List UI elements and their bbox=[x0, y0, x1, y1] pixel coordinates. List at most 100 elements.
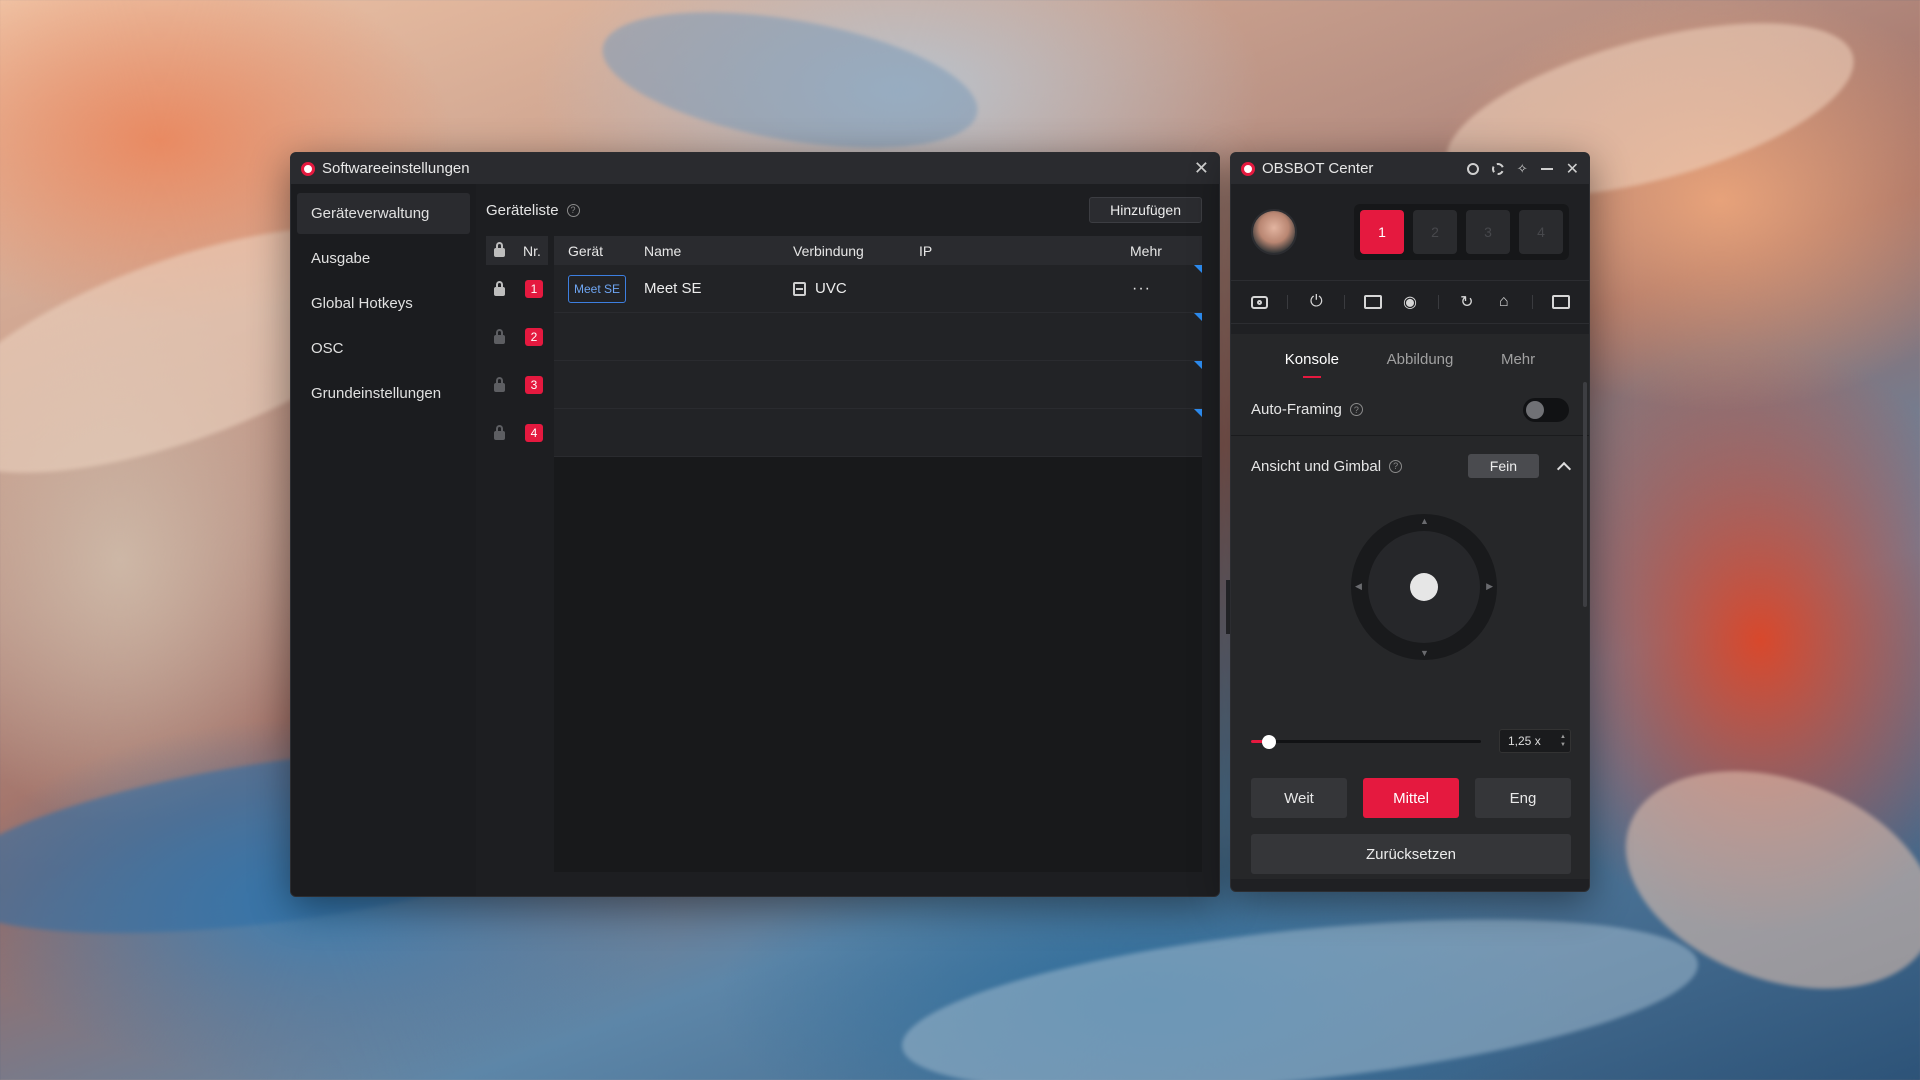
auto-framing-row: Auto-Framing ? bbox=[1231, 384, 1589, 436]
usb-icon bbox=[793, 281, 806, 296]
record-icon[interactable] bbox=[1466, 162, 1479, 175]
slot-number-badge: 2 bbox=[525, 328, 543, 346]
sidebar-item-device-management[interactable]: Geräteverwaltung bbox=[297, 193, 470, 234]
device-list-panel: Geräteliste ? Hinzufügen Nr. 1 2 3 4 Ger… bbox=[476, 184, 1219, 896]
privacy-icon[interactable]: ⌂ bbox=[1495, 293, 1513, 310]
app-logo-icon bbox=[1241, 161, 1255, 176]
settings-sidebar: Geräteverwaltung Ausgabe Global Hotkeys … bbox=[291, 184, 476, 896]
console-panel: Konsole Abbildung Mehr Auto-Framing ? An… bbox=[1231, 334, 1589, 879]
rotate-icon[interactable]: ↻ bbox=[1458, 294, 1476, 311]
frame-icon[interactable] bbox=[1364, 295, 1383, 309]
mode-wide-button[interactable]: Weit bbox=[1251, 778, 1347, 818]
camera-icon[interactable] bbox=[1250, 295, 1268, 309]
power-icon[interactable]: ⏻ bbox=[1307, 293, 1325, 310]
arrow-down-icon[interactable]: ▼ bbox=[1420, 648, 1429, 658]
table-row[interactable]: Meet SE Meet SE UVC ··· bbox=[554, 265, 1202, 313]
slot-1-button[interactable]: 1 bbox=[1360, 210, 1404, 254]
mode-medium-button[interactable]: Mittel bbox=[1363, 778, 1459, 818]
settings-titlebar[interactable]: Softwareeinstellungen ✕ bbox=[291, 153, 1219, 184]
help-icon[interactable]: ? bbox=[1389, 459, 1403, 473]
slot-3-button[interactable]: 3 bbox=[1466, 210, 1510, 254]
nr-header: Nr. bbox=[523, 242, 541, 259]
add-device-button[interactable]: Hinzufügen bbox=[1089, 197, 1202, 223]
device-list-title: Geräteliste bbox=[486, 201, 559, 219]
tracking-icon[interactable]: ◉ bbox=[1401, 294, 1419, 311]
sidebar-item-output[interactable]: Ausgabe bbox=[297, 238, 470, 279]
table-row: 4 bbox=[486, 409, 554, 457]
help-icon[interactable]: ? bbox=[566, 203, 580, 217]
lock-icon[interactable] bbox=[494, 280, 505, 296]
unlock-icon[interactable] bbox=[494, 328, 505, 344]
column-header-more: Mehr bbox=[1130, 242, 1162, 259]
zoom-slider[interactable] bbox=[1251, 735, 1481, 749]
divider bbox=[1437, 295, 1439, 309]
row-corner-marker bbox=[1194, 265, 1202, 273]
slot-number-badge: 4 bbox=[525, 424, 543, 442]
avatar[interactable] bbox=[1251, 209, 1297, 255]
device-badge: Meet SE bbox=[568, 274, 626, 303]
joystick-knob[interactable] bbox=[1410, 573, 1438, 601]
device-name: Meet SE bbox=[644, 280, 702, 297]
settings-icon[interactable] bbox=[1491, 162, 1504, 175]
table-row[interactable] bbox=[554, 361, 1202, 409]
auto-framing-toggle[interactable] bbox=[1523, 397, 1569, 422]
close-icon[interactable]: ✕ bbox=[1194, 158, 1209, 179]
arrow-right-icon[interactable]: ▶ bbox=[1486, 581, 1493, 592]
table-row[interactable] bbox=[554, 313, 1202, 361]
sidebar-item-label: OSC bbox=[311, 340, 344, 357]
gimbal-section-header: Ansicht und Gimbal ? Fein bbox=[1231, 436, 1589, 496]
lock-column: Nr. 1 2 3 4 bbox=[486, 236, 554, 872]
row-corner-marker bbox=[1194, 409, 1202, 417]
play-icon[interactable] bbox=[1551, 295, 1570, 309]
sidebar-item-global-hotkeys[interactable]: Global Hotkeys bbox=[297, 283, 470, 324]
zoom-control: 1,25 x ▲ ▼ bbox=[1251, 729, 1571, 753]
precision-button[interactable]: Fein bbox=[1467, 454, 1539, 478]
tab-more[interactable]: Mehr bbox=[1501, 351, 1535, 368]
help-icon[interactable]: ? bbox=[1349, 403, 1363, 416]
sidebar-item-label: Global Hotkeys bbox=[311, 295, 413, 312]
reset-button[interactable]: Zurücksetzen bbox=[1251, 834, 1571, 874]
tab-image[interactable]: Abbildung bbox=[1387, 351, 1454, 368]
arrow-up-icon[interactable]: ▲ bbox=[1420, 516, 1429, 526]
row-corner-marker bbox=[1194, 361, 1202, 369]
sidebar-item-label: Ausgabe bbox=[311, 250, 371, 267]
slot-4-button[interactable]: 4 bbox=[1519, 210, 1563, 254]
sidebar-item-osc[interactable]: OSC bbox=[297, 328, 470, 369]
spinner-arrows-icon[interactable]: ▲ ▼ bbox=[1560, 733, 1566, 749]
divider bbox=[1344, 295, 1346, 309]
divider bbox=[1531, 295, 1533, 309]
scrollbar[interactable] bbox=[1583, 382, 1587, 607]
table-row: 2 bbox=[486, 313, 554, 361]
chevron-up-icon[interactable] bbox=[1556, 461, 1572, 477]
pin-icon[interactable]: ✧ bbox=[1517, 161, 1528, 177]
slot-number-badge: 3 bbox=[525, 376, 543, 394]
row-corner-marker bbox=[1194, 313, 1202, 321]
minimize-icon[interactable] bbox=[1540, 167, 1553, 170]
lock-icon[interactable] bbox=[494, 242, 505, 257]
device-slots: 1 2 3 4 bbox=[1354, 204, 1569, 260]
unlock-icon[interactable] bbox=[494, 376, 505, 392]
zoom-value: 1,25 x bbox=[1508, 734, 1541, 748]
gimbal-joystick[interactable]: ▲ ▼ ◀ ▶ bbox=[1351, 514, 1497, 660]
gimbal-label: Ansicht und Gimbal bbox=[1251, 457, 1382, 475]
close-icon[interactable]: ✕ bbox=[1566, 159, 1579, 179]
column-header-name: Name bbox=[644, 242, 682, 259]
arrow-left-icon[interactable]: ◀ bbox=[1355, 581, 1362, 592]
column-header-ip: IP bbox=[919, 242, 933, 259]
unlock-icon[interactable] bbox=[494, 424, 505, 440]
table-row[interactable] bbox=[554, 409, 1202, 457]
slot-2-button[interactable]: 2 bbox=[1413, 210, 1457, 254]
zoom-slider-thumb[interactable] bbox=[1262, 735, 1276, 749]
sidebar-item-label: Geräteverwaltung bbox=[311, 205, 430, 222]
mode-close-button[interactable]: Eng bbox=[1475, 778, 1571, 818]
more-options-icon[interactable]: ··· bbox=[1132, 280, 1151, 298]
quick-toolbar: ⏻ ◉ ↻ ⌂ bbox=[1231, 280, 1589, 324]
obsbot-titlebar[interactable]: OBSBOT Center ✧ ✕ bbox=[1231, 153, 1589, 184]
sidebar-item-basic-settings[interactable]: Grundeinstellungen bbox=[297, 373, 470, 414]
table-row: 1 bbox=[486, 265, 554, 313]
column-header-device: Gerät bbox=[568, 242, 604, 259]
zoom-value-input[interactable]: 1,25 x ▲ ▼ bbox=[1499, 729, 1571, 753]
device-table: Gerät Name Verbindung IP Mehr Meet SE Me… bbox=[554, 236, 1202, 872]
tab-console[interactable]: Konsole bbox=[1285, 351, 1339, 368]
divider bbox=[1287, 295, 1289, 309]
